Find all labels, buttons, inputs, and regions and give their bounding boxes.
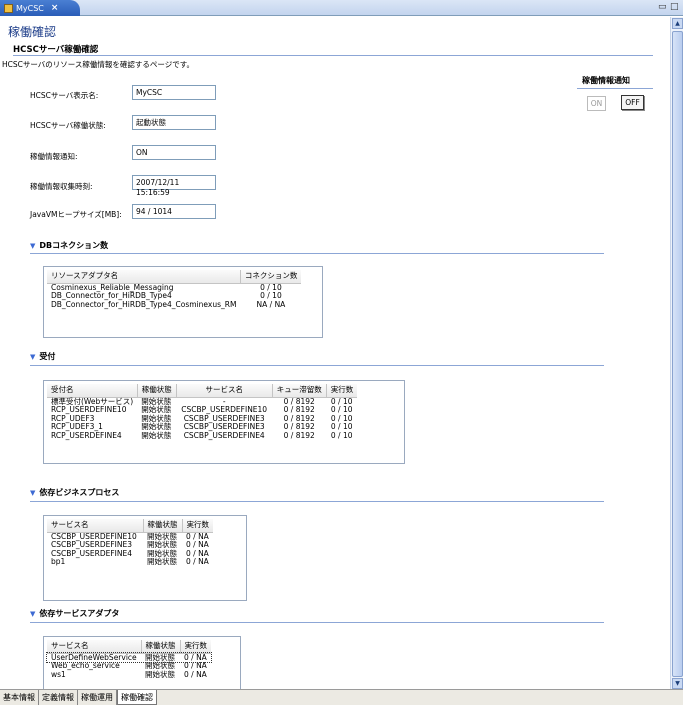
section-title: HCSCサーバ稼働確認 bbox=[13, 45, 99, 55]
table-header: リソースアダプタ名 コネクション数 bbox=[47, 270, 302, 284]
notify-panel: 稼働情報通知 ON OFF bbox=[577, 75, 653, 135]
server-status-label: HCSCサーバ稼働状態: bbox=[30, 121, 106, 130]
tab-status-check[interactable]: 稼働確認 bbox=[117, 690, 157, 705]
table-cell: 開始状態 bbox=[141, 430, 172, 440]
page-tab-bar: 基本情報 定義情報 稼働運用 稼働確認 bbox=[0, 689, 683, 705]
reception-section-divider bbox=[30, 365, 604, 366]
notify-status-field[interactable]: ON bbox=[132, 145, 216, 160]
csc-file-icon bbox=[4, 3, 13, 13]
db-connection-table: リソースアダプタ名 コネクション数 Cosminexus_Reliable_Me… bbox=[43, 266, 323, 338]
chevron-down-icon: ▼ bbox=[30, 352, 36, 361]
table-cell: 0 / NA bbox=[184, 669, 207, 679]
vertical-scrollbar[interactable]: ▲ ▼ bbox=[670, 17, 683, 689]
table-cell: ws1 bbox=[51, 669, 66, 679]
table-cell: 0 / 8192 bbox=[283, 430, 315, 440]
table-row[interactable]: ws1 開始状態 0 / NA bbox=[47, 669, 211, 680]
table-cell: 開始状態 bbox=[145, 669, 175, 679]
table-row[interactable]: RCP_USERDEFINE4 開始状態 CSCBP_USERDEFINE4 0 / … bbox=[47, 430, 357, 441]
bizprocess-section-divider bbox=[30, 501, 604, 502]
heap-size-label: JavaVMヒープサイズ[MB]: bbox=[30, 210, 122, 219]
collect-time-label: 稼働情報収集時刻: bbox=[30, 182, 93, 191]
reception-section-heading: 受付 bbox=[39, 352, 56, 361]
collect-time-field[interactable]: 2007/12/11 15:16:59 bbox=[132, 175, 216, 197]
table-header: 受付名 稼働状態 サービス名 キュー滞留数 実行数 bbox=[47, 384, 358, 398]
db-section-heading: DBコネクション数 bbox=[39, 241, 109, 250]
table-cell: RCP_USERDEFINE4 bbox=[51, 430, 122, 440]
server-status-field[interactable]: 起動状態 bbox=[132, 115, 216, 130]
adapters-table: サービス名 稼働状態 実行数 UserDefineWebService 開始状態 0… bbox=[43, 636, 241, 689]
column-header[interactable]: リソースアダプタ名 bbox=[47, 270, 241, 284]
tab-operation[interactable]: 稼働運用 bbox=[78, 690, 117, 705]
column-header[interactable]: 稼働状態 bbox=[141, 640, 181, 654]
notify-divider bbox=[577, 88, 653, 89]
db-section-divider bbox=[30, 253, 604, 254]
table-cell: 開始状態 bbox=[147, 557, 177, 566]
table-row[interactable]: DB_Connector_for_HiRDB_Type4_Cosminexus_… bbox=[47, 299, 301, 310]
server-name-field[interactable]: MyCSC bbox=[132, 85, 216, 100]
reception-section-toggle[interactable]: ▼ 受付 bbox=[30, 351, 55, 362]
adapters-section-divider bbox=[30, 622, 604, 623]
title-divider bbox=[13, 55, 653, 56]
table-header: サービス名 稼働状態 実行数 bbox=[47, 519, 213, 533]
bizprocess-section-heading: 依存ビジネスプロセス bbox=[39, 488, 120, 497]
chevron-down-icon: ▼ bbox=[30, 609, 36, 618]
minimize-icon[interactable]: ▭ bbox=[658, 2, 667, 12]
tab-definition-info[interactable]: 定義情報 bbox=[39, 690, 78, 705]
column-header[interactable]: 実行数 bbox=[180, 640, 211, 654]
table-cell: bp1 bbox=[51, 557, 66, 566]
table-row[interactable]: bp1 開始状態 0 / NA bbox=[47, 557, 213, 567]
close-icon[interactable]: × bbox=[51, 3, 59, 13]
notify-on-button[interactable]: ON bbox=[587, 96, 606, 111]
column-header[interactable]: サービス名 bbox=[47, 640, 142, 654]
column-header[interactable]: 受付名 bbox=[47, 384, 138, 398]
scroll-up-icon[interactable]: ▲ bbox=[672, 18, 683, 29]
tab-basic-info[interactable]: 基本情報 bbox=[0, 690, 39, 705]
notify-panel-title: 稼働情報通知 bbox=[582, 76, 630, 85]
page-title: 稼働確認 bbox=[8, 25, 57, 39]
chevron-down-icon: ▼ bbox=[30, 241, 36, 250]
table-cell: 0 / NA bbox=[186, 557, 209, 566]
heap-size-field[interactable]: 94 / 1014 bbox=[132, 204, 216, 219]
table-cell: DB_Connector_for_HiRDB_Type4_Cosminexus_… bbox=[51, 299, 237, 309]
editor-tab-mycsc[interactable]: MyCSC × bbox=[0, 0, 80, 16]
column-header[interactable]: 稼働状態 bbox=[137, 384, 177, 398]
adapters-section-heading: 依存サービスアダプタ bbox=[39, 609, 120, 618]
table-cell: 0 / 10 bbox=[330, 430, 353, 440]
reception-table: 受付名 稼働状態 サービス名 キュー滞留数 実行数 標準受付(Webサービス) 開… bbox=[43, 380, 405, 464]
server-name-label: HCSCサーバ表示名: bbox=[30, 91, 99, 100]
scroll-down-icon[interactable]: ▼ bbox=[672, 678, 683, 689]
bizprocess-table: サービス名 稼働状態 実行数 CSCBP_USERDEFINE10 開始状態 0 /… bbox=[43, 515, 247, 601]
table-header: サービス名 稼働状態 実行数 bbox=[47, 640, 211, 654]
table-cell: NA / NA bbox=[256, 299, 286, 309]
editor-tab-label: MyCSC bbox=[16, 3, 44, 13]
column-header[interactable]: キュー滞留数 bbox=[272, 384, 327, 398]
chevron-down-icon: ▼ bbox=[30, 488, 36, 497]
maximize-icon[interactable]: □ bbox=[670, 2, 679, 12]
column-header[interactable]: 稼働状態 bbox=[143, 519, 183, 533]
notify-status-label: 稼働情報通知: bbox=[30, 152, 78, 161]
adapters-section-toggle[interactable]: ▼ 依存サービスアダプタ bbox=[30, 608, 119, 619]
editor-tab-bar: MyCSC × ▭ □ bbox=[0, 0, 683, 16]
column-header[interactable]: サービス名 bbox=[176, 384, 273, 398]
bizprocess-section-toggle[interactable]: ▼ 依存ビジネスプロセス bbox=[30, 487, 119, 498]
table-cell: CSCBP_USERDEFINE4 bbox=[183, 430, 265, 440]
editor-content: 稼働確認 HCSCサーバ稼働確認 HCSCサーバのリソース稼働情報を確認するペー… bbox=[0, 17, 670, 689]
notify-off-button[interactable]: OFF bbox=[621, 95, 644, 110]
column-header[interactable]: コネクション数 bbox=[240, 270, 302, 284]
scrollbar-thumb[interactable] bbox=[672, 31, 683, 677]
column-header[interactable]: サービス名 bbox=[47, 519, 144, 533]
column-header[interactable]: 実行数 bbox=[326, 384, 358, 398]
page-description: HCSCサーバのリソース稼働情報を確認するページです。 bbox=[2, 60, 195, 69]
db-section-toggle[interactable]: ▼ DBコネクション数 bbox=[30, 240, 108, 251]
column-header[interactable]: 実行数 bbox=[182, 519, 213, 533]
